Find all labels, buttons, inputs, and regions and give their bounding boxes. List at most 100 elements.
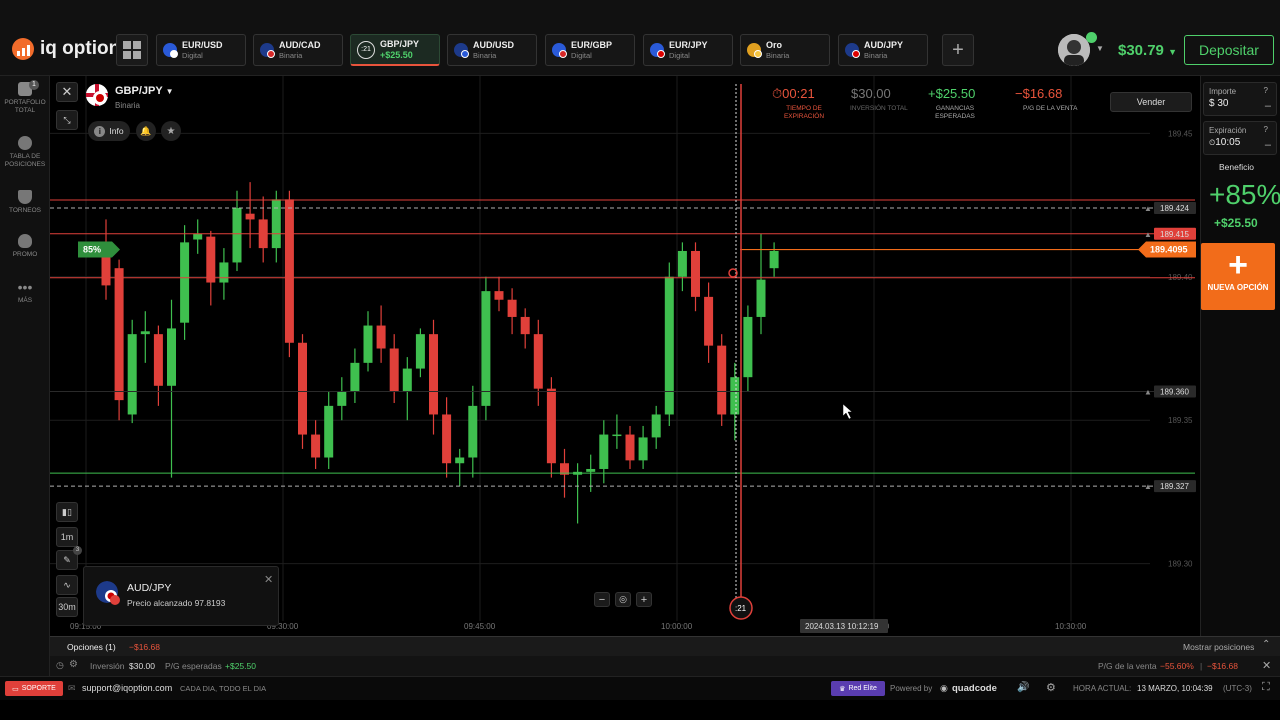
- drawing-tools-button[interactable]: ✎ 3: [56, 546, 82, 570]
- candlestick-chart[interactable]: 09:15:0009:30:0009:45:0010:00:0010:15:00…: [50, 76, 1200, 636]
- close-position-icon[interactable]: ✕: [1262, 659, 1271, 672]
- crown-icon: ♛: [839, 685, 846, 693]
- tab-eur-usd[interactable]: EUR/USD Digital: [156, 34, 246, 66]
- tab-kind: Binaria: [766, 50, 790, 60]
- asset-name: GBP/JPY: [115, 85, 163, 97]
- candle-body: [415, 334, 425, 369]
- chat-icon: ▭: [12, 685, 19, 693]
- status-bar: ▭ SOPORTE ✉ support@iqoption.com CADA DIA…: [0, 676, 1280, 700]
- amount-stepper[interactable]: –: [1265, 100, 1271, 112]
- y-tick-label: 189.35: [1168, 416, 1193, 425]
- candle-body: [769, 250, 779, 269]
- expiration-help-icon[interactable]: ?: [1264, 125, 1268, 134]
- candle-body: [743, 316, 753, 378]
- sidebar-item-leaderboard[interactable]: TABLA DE POSICIONES: [0, 136, 50, 169]
- tab-eur-jpy[interactable]: EUR/JPY Digital: [643, 34, 733, 66]
- candle-body: [140, 331, 150, 335]
- asset-kind: Binaria: [115, 101, 140, 110]
- portfolio-count-badge: 1: [29, 80, 39, 90]
- benefit-value: +$25.50: [1214, 216, 1258, 230]
- amount-field[interactable]: Importe $ 30 ? –: [1203, 82, 1277, 116]
- candle-body: [271, 199, 281, 249]
- asset-selector[interactable]: GBP/JPY ▼: [115, 85, 173, 97]
- tab-oro[interactable]: Oro Binaria: [740, 34, 830, 66]
- expiration-field[interactable]: Expiración ⏲10:05 ? –: [1203, 121, 1277, 155]
- volume-icon[interactable]: 🔊: [1017, 682, 1029, 693]
- investment-label: INVERSIÓN TOTAL: [850, 105, 908, 112]
- support-email[interactable]: support@iqoption.com: [82, 683, 172, 693]
- period-button[interactable]: 30m: [56, 597, 78, 617]
- price-alert-button[interactable]: 🔔: [136, 121, 156, 141]
- expiration-stepper[interactable]: –: [1265, 139, 1271, 151]
- candle-body: [206, 236, 216, 283]
- candle-body: [337, 391, 347, 406]
- candle-body: [625, 434, 635, 461]
- asset-flag-icon: [260, 43, 275, 58]
- position-row: ◷ ⚙ Inversión $30.00 P/G esperadas +$25.…: [50, 656, 1280, 676]
- quadcode-name: quadcode: [952, 683, 997, 694]
- asset-flag-icon: [454, 43, 469, 58]
- asset-flag-icon: [747, 43, 762, 58]
- add-tab-button[interactable]: +: [942, 34, 974, 66]
- sidebar-item-tournaments[interactable]: TORNEOS: [0, 190, 50, 215]
- candle-body: [704, 296, 714, 346]
- candle-body: [455, 457, 465, 464]
- collapse-icon[interactable]: ⤡: [56, 110, 78, 130]
- chart-area[interactable]: 09:15:0009:30:0009:45:0010:00:0010:15:00…: [50, 76, 1200, 636]
- chevron-up-icon[interactable]: ⌃: [1262, 639, 1270, 650]
- sidebar-item-promo[interactable]: PROMO: [0, 234, 50, 259]
- y-tick-label: 189.30: [1168, 560, 1193, 569]
- amount-help-icon[interactable]: ?: [1264, 86, 1268, 95]
- position-settings-icon[interactable]: ⚙: [69, 659, 78, 670]
- show-positions-link[interactable]: Mostrar posiciones: [1183, 642, 1254, 652]
- settings-gear-icon[interactable]: ⚙: [1046, 681, 1056, 694]
- sidebar-item-portfolio[interactable]: PORTAFOLIO TOTAL 1: [0, 80, 50, 115]
- chart-type-button[interactable]: ▮▯: [56, 502, 78, 522]
- avatar-chevron-down-icon[interactable]: ▼: [1096, 44, 1104, 53]
- red-elite-badge[interactable]: ♛ Red Elite: [831, 681, 885, 696]
- info-button[interactable]: i Info: [88, 121, 130, 141]
- interval-button[interactable]: 1m: [56, 527, 78, 547]
- tab-eur-gbp[interactable]: EUR/GBP Digital: [545, 34, 635, 66]
- tab-aud-jpy[interactable]: AUD/JPY Binaria: [838, 34, 928, 66]
- sidebar-item-label: PROMO: [12, 251, 38, 258]
- options-count[interactable]: Opciones (1): [67, 642, 116, 652]
- close-notification-icon[interactable]: ✕: [264, 573, 273, 586]
- x-tick-label: 10:00:00: [661, 622, 693, 631]
- sale-pl-label: P/G DE LA VENTA: [1023, 105, 1078, 112]
- gbp-jpy-flag-icon: [86, 84, 108, 106]
- tab-pair: EUR/USD: [182, 39, 223, 50]
- candle-body: [284, 199, 294, 343]
- logo-mark-icon: [12, 38, 34, 60]
- zoom-in-button[interactable]: +: [636, 592, 652, 607]
- favorite-button[interactable]: ★: [161, 121, 181, 141]
- tab-gbp-jpy[interactable]: :21 GBP/JPY +$25.50: [350, 34, 440, 66]
- all-assets-grid-button[interactable]: [116, 34, 148, 66]
- x-tick-label: 10:30:00: [1055, 622, 1087, 631]
- fullscreen-icon[interactable]: ⛶: [1262, 681, 1270, 694]
- support-button[interactable]: ▭ SOPORTE: [5, 681, 63, 696]
- tab-aud-cad[interactable]: AUD/CAD Binaria: [253, 34, 343, 66]
- price-alert-notification[interactable]: AUD/JPY Precio alcanzado 97.8193 ✕: [83, 566, 279, 626]
- deposit-button[interactable]: Depositar: [1184, 35, 1274, 65]
- iqoption-logo[interactable]: iq option: [12, 38, 120, 60]
- alert-indicator-icon: [110, 595, 120, 605]
- tab-kind: Binaria: [864, 50, 888, 60]
- zoom-out-button[interactable]: −: [594, 592, 610, 607]
- sell-button[interactable]: Vender: [1110, 92, 1192, 112]
- asset-flag-icon: [552, 43, 567, 58]
- info-label: Info: [109, 126, 124, 136]
- recenter-icon[interactable]: ◎: [615, 592, 631, 607]
- close-chart-button[interactable]: ✕: [56, 82, 78, 102]
- options-bar[interactable]: Opciones (1) −$16.68 Mostrar posiciones …: [50, 636, 1280, 656]
- notification-pair: AUD/JPY: [127, 582, 172, 594]
- indicators-button[interactable]: ∿: [56, 575, 78, 595]
- expiration-timer: ⏱00:21: [772, 86, 815, 102]
- new-option-button[interactable]: + NUEVA OPCIÓN: [1201, 243, 1275, 310]
- balance-display[interactable]: $30.79 ▼: [1118, 42, 1177, 59]
- mouse-cursor-icon: [842, 403, 853, 420]
- cursor-time-label: 2024.03.13 10:12:19: [805, 622, 879, 631]
- red-elite-label: Red Elite: [848, 685, 877, 692]
- tab-aud-usd[interactable]: AUD/USD Binaria: [447, 34, 537, 66]
- sidebar-item-more[interactable]: ••• MÁS: [0, 280, 50, 305]
